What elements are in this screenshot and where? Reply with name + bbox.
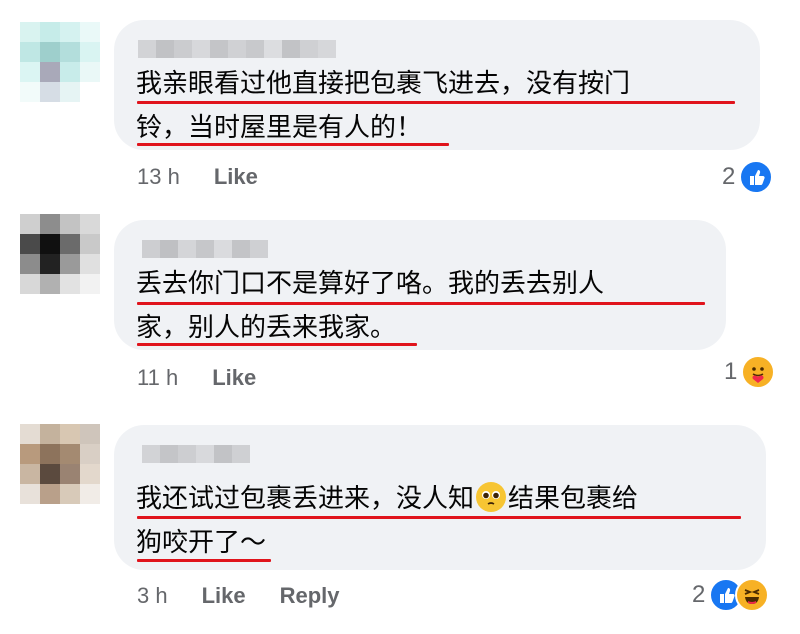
text-underline [137,101,735,104]
comment-actions: 3 h Like Reply [137,583,340,609]
like-button[interactable]: Like [214,164,258,190]
avatar[interactable] [20,214,100,294]
reaction-summary[interactable]: 1 [724,355,776,389]
timestamp[interactable]: 13 h [137,164,180,190]
avatar[interactable] [20,424,100,504]
avatar[interactable] [20,22,100,102]
comment-bubble: 丢去你门口不是算好了咯。我的丢去别人 家，别人的丢来我家。 [114,220,726,350]
text-underline [137,343,417,346]
blurred-author-name[interactable] [142,240,704,258]
pleading-face-emoji [476,482,507,512]
reaction-count: 2 [722,163,736,190]
like-icon [739,160,774,194]
reaction-summary[interactable]: 2 [692,578,770,612]
text-underline [137,516,741,519]
comment-actions: 11 h Like [137,365,256,391]
care-icon [741,355,776,389]
like-button[interactable]: Like [202,583,246,609]
comment-text: 我还试过包裹丢进来，没人知 结果包裹给 狗咬开了～ [136,477,744,565]
comment-text: 我亲眼看过他直接把包裹飞进去，没有按门 铃，当时屋里是有人的！ [136,69,631,143]
comment-text-part1: 我还试过包裹丢进来，没人知 [136,484,475,514]
reaction-count: 1 [724,358,738,385]
reaction-summary[interactable]: 2 [722,160,774,194]
comment-text: 丢去你门口不是算好了咯。我的丢去别人 家，别人的丢来我家。 [136,269,605,343]
text-underline [137,302,705,305]
timestamp[interactable]: 11 h [137,365,178,391]
reaction-count: 2 [692,581,706,608]
like-button[interactable]: Like [212,365,256,391]
blurred-author-name[interactable] [142,445,744,463]
timestamp[interactable]: 3 h [137,583,168,609]
comment-bubble: 我亲眼看过他直接把包裹飞进去，没有按门 铃，当时屋里是有人的！ [114,20,760,150]
haha-icon [735,578,770,612]
reply-button[interactable]: Reply [280,583,340,609]
text-underline [137,559,271,562]
text-underline [137,143,449,146]
blurred-author-name[interactable] [138,40,738,58]
comment-actions: 13 h Like [137,164,258,190]
comment-bubble: 我还试过包裹丢进来，没人知 结果包裹给 狗咬开了～ [114,425,766,570]
